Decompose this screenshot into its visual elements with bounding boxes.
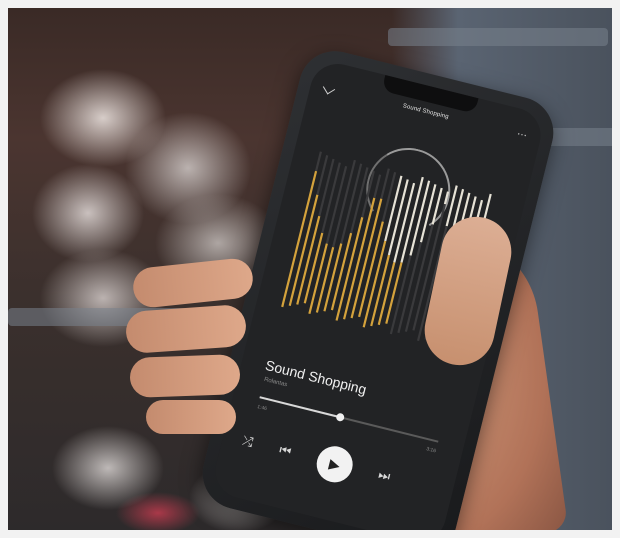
artwork-bar xyxy=(315,247,335,313)
artwork-bar xyxy=(318,158,335,217)
artwork-bar xyxy=(323,243,343,312)
artwork-bar xyxy=(373,174,382,199)
artwork-bar xyxy=(288,194,319,306)
finger xyxy=(129,354,241,398)
play-icon: ▶ xyxy=(327,455,342,474)
playback-controls: ⤮ ⏮ ▶ ⏭ xyxy=(218,417,457,513)
artwork-bar xyxy=(443,191,450,205)
artwork-bar xyxy=(315,151,322,172)
finger xyxy=(124,303,248,355)
artwork-bar xyxy=(384,175,403,242)
artwork-bar xyxy=(335,217,364,321)
artwork-bar xyxy=(419,184,437,243)
progress-knob[interactable] xyxy=(335,412,345,423)
progress-fill xyxy=(259,396,341,419)
artwork-bar xyxy=(385,262,403,324)
time-total: 3:16 xyxy=(425,446,437,455)
shelf-edge xyxy=(388,28,608,46)
time-elapsed: 1:46 xyxy=(256,403,268,413)
artwork-bar xyxy=(281,170,318,308)
play-button[interactable]: ▶ xyxy=(312,442,357,487)
skip-next-icon[interactable]: ⏭ xyxy=(377,466,392,484)
photo-frame: Sound Shopping ⋯ Sound Shopping Rolantas… xyxy=(0,0,620,538)
skip-previous-icon[interactable]: ⏮ xyxy=(278,442,293,460)
artwork-bar xyxy=(377,262,396,326)
artist-name: Rolantas xyxy=(263,376,288,389)
finger xyxy=(146,400,236,434)
artwork-bar xyxy=(350,167,369,234)
artwork-bar xyxy=(381,171,397,222)
shuffle-icon[interactable]: ⤮ xyxy=(241,433,255,451)
finger xyxy=(131,256,255,310)
artwork-bar xyxy=(380,168,390,200)
photo-background: Sound Shopping ⋯ Sound Shopping Rolantas… xyxy=(8,8,612,530)
